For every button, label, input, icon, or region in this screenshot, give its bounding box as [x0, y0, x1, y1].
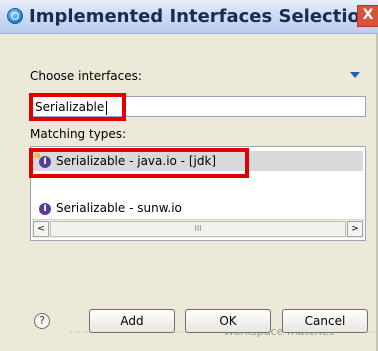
horizontal-scrollbar[interactable]: < III >: [32, 219, 364, 238]
scroll-left-button[interactable]: <: [33, 221, 49, 237]
interface-icon: I: [39, 202, 51, 215]
view-menu-chevron-icon[interactable]: [350, 72, 360, 78]
highlight-box-input: [29, 93, 126, 121]
close-button[interactable]: X: [357, 5, 378, 27]
cancel-button[interactable]: Cancel: [282, 309, 368, 333]
scroll-right-button[interactable]: >: [347, 221, 363, 237]
title-bar[interactable]: Implemented Interfaces Selection X: [0, 0, 378, 34]
matching-types-label: Matching types:: [30, 127, 127, 141]
choose-interfaces-label: Choose interfaces:: [30, 69, 142, 83]
ok-button[interactable]: OK: [185, 309, 271, 333]
list-item-label: Serializable - sunw.io: [56, 201, 182, 215]
add-button[interactable]: Add: [89, 309, 175, 333]
dialog-icon: [7, 8, 23, 24]
help-icon[interactable]: ?: [34, 313, 50, 329]
dialog: Implemented Interfaces Selection X Choos…: [0, 0, 378, 351]
highlight-box-selected-item: [29, 148, 249, 178]
dialog-title: Implemented Interfaces Selection: [29, 6, 373, 27]
list-item[interactable]: I Serializable - sunw.io: [33, 198, 182, 218]
scroll-thumb[interactable]: III: [50, 221, 346, 237]
